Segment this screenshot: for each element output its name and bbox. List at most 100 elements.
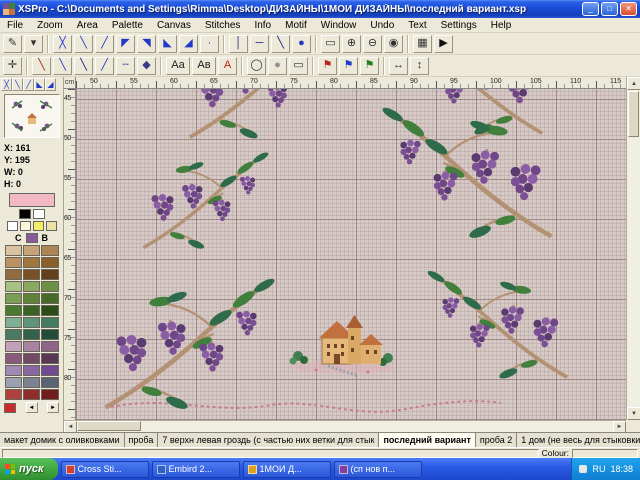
sheet-tab[interactable]: 7 верхн левая гроздь (с частью них ветки…	[158, 433, 379, 447]
text-tool-cyrillic-button[interactable]: Aв	[192, 57, 216, 75]
stitch-dir-quarter-br-button[interactable]: ◢	[45, 78, 56, 91]
arrow-tool-button[interactable]: ▶	[434, 35, 453, 53]
pencil-tool-button[interactable]: ✎	[3, 35, 22, 53]
quick-color-swatch[interactable]	[7, 221, 18, 231]
palette-swatch[interactable]	[23, 293, 40, 304]
palette-swatch[interactable]	[5, 305, 22, 316]
palette-swatch[interactable]	[23, 269, 40, 280]
backstitch-horizontal-button[interactable]: ─	[250, 35, 269, 53]
full-cross-stitch-button[interactable]: ╳	[53, 35, 72, 53]
horizontal-scrollbar[interactable]: ◄ ►	[64, 420, 626, 432]
palette-swatch[interactable]	[5, 293, 22, 304]
c-toggle[interactable]: C	[15, 233, 22, 243]
palette-swatch[interactable]	[41, 365, 58, 376]
tray-app-icon[interactable]	[579, 465, 587, 473]
zoom-out-button[interactable]: ⊖	[363, 35, 382, 53]
palette-swatch[interactable]	[23, 305, 40, 316]
palette-swatch[interactable]	[5, 341, 22, 352]
stitch-dir-forward-button[interactable]: ╱	[23, 78, 34, 91]
three-quarter-stitch-br-button[interactable]: ◢	[179, 35, 198, 53]
menu-item-text[interactable]: Text	[401, 19, 433, 32]
backstitch-thin-button[interactable]: ╲	[32, 57, 51, 75]
vertical-scroll-thumb[interactable]	[628, 91, 639, 137]
menu-item-area[interactable]: Area	[70, 19, 105, 32]
text-tool-button[interactable]: Aa	[166, 57, 190, 75]
quick-color-swatch[interactable]	[33, 221, 44, 231]
three-quarter-stitch-tl-button[interactable]: ◤	[116, 35, 135, 53]
palette-swatch[interactable]	[5, 269, 22, 280]
menu-item-file[interactable]: File	[0, 19, 30, 32]
backstitch-thick-button[interactable]: ╲	[74, 57, 93, 75]
minimize-button[interactable]: _	[582, 2, 599, 16]
quick-color-swatch[interactable]	[20, 221, 31, 231]
scroll-up-button[interactable]: ▲	[627, 77, 640, 90]
palette-swatch[interactable]	[23, 377, 40, 388]
menu-item-palette[interactable]: Palette	[105, 19, 150, 32]
horizontal-scroll-thumb[interactable]	[77, 421, 141, 431]
french-knot-button[interactable]: ●	[292, 35, 311, 53]
flag-marker-green-button[interactable]: ⚑	[360, 57, 379, 75]
palette-swatch[interactable]	[23, 245, 40, 256]
menu-item-undo[interactable]: Undo	[363, 19, 401, 32]
menu-item-window[interactable]: Window	[314, 19, 364, 32]
stitch-dir-full-button[interactable]: ╳	[1, 78, 12, 91]
close-button[interactable]: ✕	[620, 2, 637, 16]
palette-swatch[interactable]	[5, 389, 22, 400]
palette-swatch[interactable]	[5, 281, 22, 292]
flag-marker-blue-button[interactable]: ⚑	[339, 57, 358, 75]
quarter-stitch-button[interactable]: ·	[200, 35, 219, 53]
backstitch-vertical-button[interactable]: │	[229, 35, 248, 53]
palette-swatch[interactable]	[23, 341, 40, 352]
palette-swatch[interactable]	[23, 257, 40, 268]
menu-item-help[interactable]: Help	[484, 19, 519, 32]
sheet-tab[interactable]: последний вариант	[379, 433, 475, 447]
select-rectangle-button[interactable]: ▭	[321, 35, 340, 53]
scroll-down-button[interactable]: ▼	[627, 407, 640, 420]
grid-toggle-button[interactable]: ▦	[413, 35, 432, 53]
b-toggle[interactable]: B	[42, 233, 49, 243]
flag-marker-red-button[interactable]: ⚑	[318, 57, 337, 75]
running-stitch-button[interactable]: ╌	[116, 57, 135, 75]
stitch-canvas[interactable]	[76, 89, 626, 420]
highlight-color-swatch[interactable]	[4, 403, 16, 413]
stitch-dir-quarter-bl-button[interactable]: ◣	[34, 78, 45, 91]
task-button[interactable]: (сп нов п...	[334, 461, 422, 478]
backstitch-medium-button[interactable]: ╲	[53, 57, 72, 75]
stitch-dir-back-button[interactable]: ╲	[12, 78, 23, 91]
palette-swatch[interactable]	[23, 389, 40, 400]
palette-swatch[interactable]	[5, 317, 22, 328]
palette-swatch[interactable]	[5, 329, 22, 340]
palette-swatch[interactable]	[23, 329, 40, 340]
task-button[interactable]: 1МОИ Д...	[243, 461, 331, 478]
rectangle-tool-button[interactable]: ▭	[289, 57, 308, 75]
palette-swatch[interactable]	[41, 389, 58, 400]
menu-item-settings[interactable]: Settings	[434, 19, 484, 32]
sheet-tab[interactable]: проба 2	[476, 433, 517, 447]
palette-swatch[interactable]	[5, 377, 22, 388]
three-quarter-stitch-tr-button[interactable]: ◥	[137, 35, 156, 53]
vertical-scrollbar[interactable]: ▲ ▼	[626, 77, 640, 420]
palette-swatch[interactable]	[41, 281, 58, 292]
palette-swatch[interactable]	[23, 281, 40, 292]
eyedropper-tool-button[interactable]: ✛	[3, 57, 22, 75]
font-color-button[interactable]: A	[218, 57, 237, 75]
filled-ellipse-tool-button[interactable]: ●	[268, 57, 287, 75]
palette-swatch[interactable]	[41, 377, 58, 388]
sheet-tab[interactable]: проба	[125, 433, 159, 447]
menu-item-info[interactable]: Info	[247, 19, 278, 32]
palette-scroll-right-button[interactable]: ►	[47, 402, 59, 413]
backstitch-diagonal-button[interactable]: ╲	[271, 35, 290, 53]
mirror-vertical-button[interactable]: ↕	[410, 57, 429, 75]
menu-item-motif[interactable]: Motif	[278, 19, 314, 32]
palette-swatch[interactable]	[5, 245, 22, 256]
language-indicator[interactable]: RU	[592, 464, 605, 474]
sheet-tab[interactable]: макет домик с оливковками	[0, 433, 125, 447]
bw-swatch[interactable]	[19, 209, 31, 219]
palette-swatch[interactable]	[41, 293, 58, 304]
task-button[interactable]: Cross Sti...	[61, 461, 149, 478]
pencil-dropdown-button[interactable]: ▾	[24, 35, 43, 53]
maximize-button[interactable]: □	[601, 2, 618, 16]
palette-swatch[interactable]	[41, 257, 58, 268]
longstitch-button[interactable]: ╱	[95, 57, 114, 75]
palette-swatch[interactable]	[5, 365, 22, 376]
